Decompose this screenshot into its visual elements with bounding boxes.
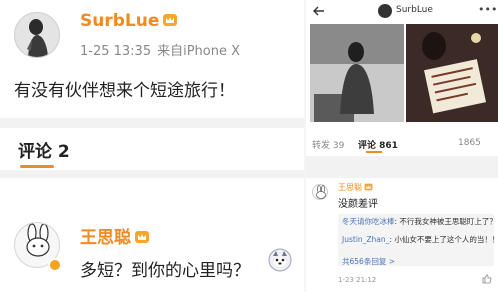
- weibo-post-view-left: SurbLue 1-25 13:35 来自iPhone X 有没有伙伴想来个短途旅…: [0, 0, 304, 292]
- post-photo-1[interactable]: [310, 24, 404, 122]
- reply-text: : 不行我女神被王思聪盯上了？!: [394, 217, 498, 226]
- crown-icon: [163, 14, 178, 26]
- comment-time: 1-23 21:12: [338, 276, 377, 284]
- stat-like[interactable]: 1865: [458, 138, 481, 148]
- reply-username[interactable]: Justin_Zhan_: [342, 235, 389, 244]
- post-username-text[interactable]: SurbLue: [80, 11, 159, 31]
- post-meta: 1-25 13:35 来自iPhone X: [80, 40, 246, 59]
- stat-active-indicator: [366, 151, 382, 153]
- crown-icon: [135, 231, 149, 243]
- comment-text: 没颜差评: [338, 199, 378, 210]
- tab-active-indicator: [20, 165, 54, 168]
- stat-comment[interactable]: 评论 861: [358, 138, 398, 151]
- commenter-username[interactable]: 王思聪: [338, 182, 373, 193]
- stats-bar: 转发 39 评论 861 1865: [306, 134, 498, 153]
- tab-comments[interactable]: 评论 2: [18, 137, 70, 162]
- commenter-avatar[interactable]: [312, 184, 328, 200]
- reply-text: : 小仙女不要上了这个人的当！！: [389, 235, 498, 244]
- reply-item[interactable]: 冬天请你吃冰棒: 不行我女神被王思聪盯上了？!: [342, 216, 498, 227]
- user-avatar[interactable]: [14, 12, 60, 58]
- verified-badge-icon: [48, 258, 62, 272]
- stat-forward[interactable]: 转发 39: [312, 138, 344, 151]
- screenshot-collage: SurbLue 1-25 13:35 来自iPhone X 有没有伙伴想来个短途旅…: [0, 0, 498, 292]
- header-username[interactable]: SurbLue: [396, 5, 433, 15]
- commenter-username-text[interactable]: 王思聪: [338, 183, 362, 192]
- weibo-post-view-right: SurbLue ••• 转发 39 评论 861 1865 王思聪 没颜差评 冬…: [304, 0, 498, 292]
- more-icon[interactable]: •••: [478, 3, 497, 16]
- post-username[interactable]: SurbLue: [80, 11, 178, 31]
- section-divider: [306, 156, 498, 178]
- reply-username[interactable]: 冬天请你吃冰棒: [342, 217, 395, 226]
- post-source: 来自iPhone X: [157, 44, 241, 59]
- top-bar: SurbLue •••: [306, 0, 498, 22]
- commenter-username-text[interactable]: 王思聪: [80, 228, 131, 248]
- comment-item[interactable]: 王思聪 多短？到你的心里吗？: [0, 178, 304, 292]
- post-card[interactable]: SurbLue 1-25 13:35 来自iPhone X 有没有伙伴想来个短途旅…: [0, 0, 304, 118]
- reply-item[interactable]: Justin_Zhan_: 小仙女不要上了这个人的当！！: [342, 234, 498, 245]
- post-text: 有没有伙伴想来个短途旅行！: [14, 81, 235, 101]
- like-icon[interactable]: [482, 274, 492, 284]
- header-avatar[interactable]: [378, 4, 392, 18]
- comment-item[interactable]: 王思聪 没颜差评 冬天请你吃冰棒: 不行我女神被王思聪盯上了？! Justin_…: [306, 178, 498, 292]
- post-date: 1-25 13:35: [80, 44, 152, 59]
- husky-emoji-icon: [268, 248, 292, 272]
- back-arrow-icon[interactable]: [312, 4, 326, 18]
- reply-list[interactable]: 冬天请你吃冰棒: 不行我女神被王思聪盯上了？! Justin_Zhan_: 小仙…: [338, 214, 498, 267]
- crown-icon: [364, 183, 373, 191]
- more-replies-link[interactable]: 共656条回复 >: [342, 256, 395, 267]
- post-photo-2[interactable]: [406, 24, 498, 122]
- comment-text: 多短？到你的心里吗？: [80, 261, 250, 281]
- comments-tab-bar: 评论 2: [0, 128, 304, 170]
- commenter-username[interactable]: 王思聪: [80, 223, 150, 248]
